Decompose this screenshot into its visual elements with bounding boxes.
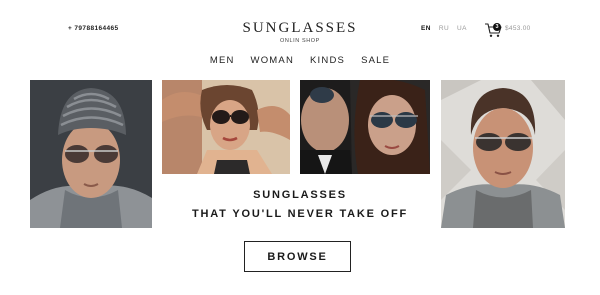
photo-man-beanie xyxy=(30,80,152,228)
nav-item-men[interactable]: MEN xyxy=(210,55,235,66)
headline-line-1: SUNGLASSES xyxy=(253,189,347,201)
language-en[interactable]: EN xyxy=(421,25,431,32)
site-header: + 79788164465 SUNGLASSES ONLIN SHOP EN R… xyxy=(0,0,600,50)
nav-item-woman[interactable]: WOMAN xyxy=(251,55,294,66)
language-ua[interactable]: UA xyxy=(457,25,467,32)
nav-item-kinds[interactable]: KINDS xyxy=(310,55,345,66)
photo-woman-sunglasses xyxy=(162,80,290,174)
brand-title: SUNGLASSES xyxy=(242,20,358,36)
photo-couple-sunglasses xyxy=(300,80,430,174)
hero-headline: SUNGLASSES THAT YOU'LL NEVER TAKE OFF xyxy=(160,186,440,224)
headline-line-2: THAT YOU'LL NEVER TAKE OFF xyxy=(191,208,409,220)
language-switcher: EN RU UA xyxy=(421,25,467,32)
cart-count-badge: 3 xyxy=(493,23,501,31)
brand-subtitle: ONLIN SHOP xyxy=(280,38,320,44)
brand-logo[interactable]: SUNGLASSES ONLIN SHOP xyxy=(240,20,360,44)
nav-item-sale[interactable]: SALE xyxy=(361,55,390,66)
cart-total[interactable]: $453.00 xyxy=(505,25,531,32)
main-nav: MEN WOMAN KINDS SALE xyxy=(0,55,600,66)
language-ru[interactable]: RU xyxy=(439,25,449,32)
browse-button[interactable]: BROWSE xyxy=(244,241,351,272)
photo-man-aviators xyxy=(441,80,565,228)
phone-number[interactable]: + 79788164465 xyxy=(68,25,119,32)
